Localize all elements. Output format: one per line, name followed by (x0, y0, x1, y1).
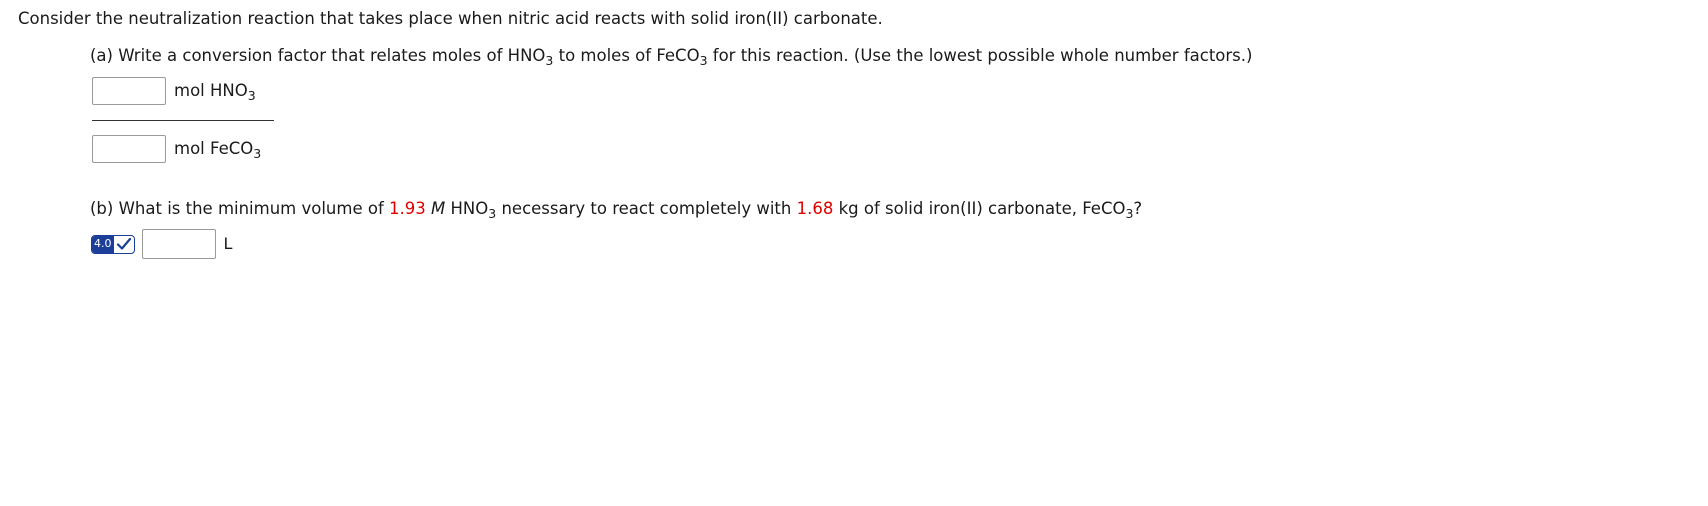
sigfig-badge[interactable]: 4.0 (91, 234, 135, 254)
numerator-row: mol HNO3 (92, 77, 256, 105)
part-a-question: (a) Write a conversion factor that relat… (90, 45, 1252, 67)
denominator-input[interactable] (92, 135, 166, 163)
part-b-question: (b) What is the minimum volume of 1.93 M… (90, 198, 1142, 220)
volume-unit: L (223, 234, 233, 253)
formula-hno3: HNO3 (507, 46, 554, 68)
formula-hno3-b: HNO3 (450, 199, 497, 221)
numerator-input[interactable] (92, 77, 166, 105)
concentration-value: 1.93 (389, 199, 426, 218)
fraction-bar (92, 120, 274, 121)
checkmark-icon (114, 236, 134, 253)
part-b-after-mass: kg of solid iron(II) carbonate, (833, 199, 1083, 218)
intro-text: Consider the neutralization reaction tha… (18, 9, 883, 28)
part-a-prefix: (a) Write a conversion factor that relat… (90, 46, 508, 65)
part-b-answer-row: 4.0 L (91, 229, 232, 259)
molarity-symbol: M (431, 199, 446, 218)
part-a-middle: to moles of (553, 46, 657, 65)
denominator-unit: mol FeCO3 (174, 139, 262, 161)
mass-value: 1.68 (796, 199, 834, 218)
part-a-suffix: for this reaction. (Use the lowest possi… (707, 46, 1253, 65)
part-b-prefix: (b) What is the minimum volume of (90, 199, 390, 218)
formula-feco3-b: FeCO3 (1082, 199, 1134, 221)
denominator-row: mol FeCO3 (92, 135, 261, 163)
volume-input[interactable] (141, 229, 216, 259)
formula-feco3: FeCO3 (656, 46, 708, 68)
part-b-middle: necessary to react completely with (496, 199, 797, 218)
numerator-unit: mol HNO3 (174, 81, 256, 103)
sigfig-badge-label: 4.0 (92, 235, 114, 253)
part-b-end: ? (1133, 199, 1143, 218)
